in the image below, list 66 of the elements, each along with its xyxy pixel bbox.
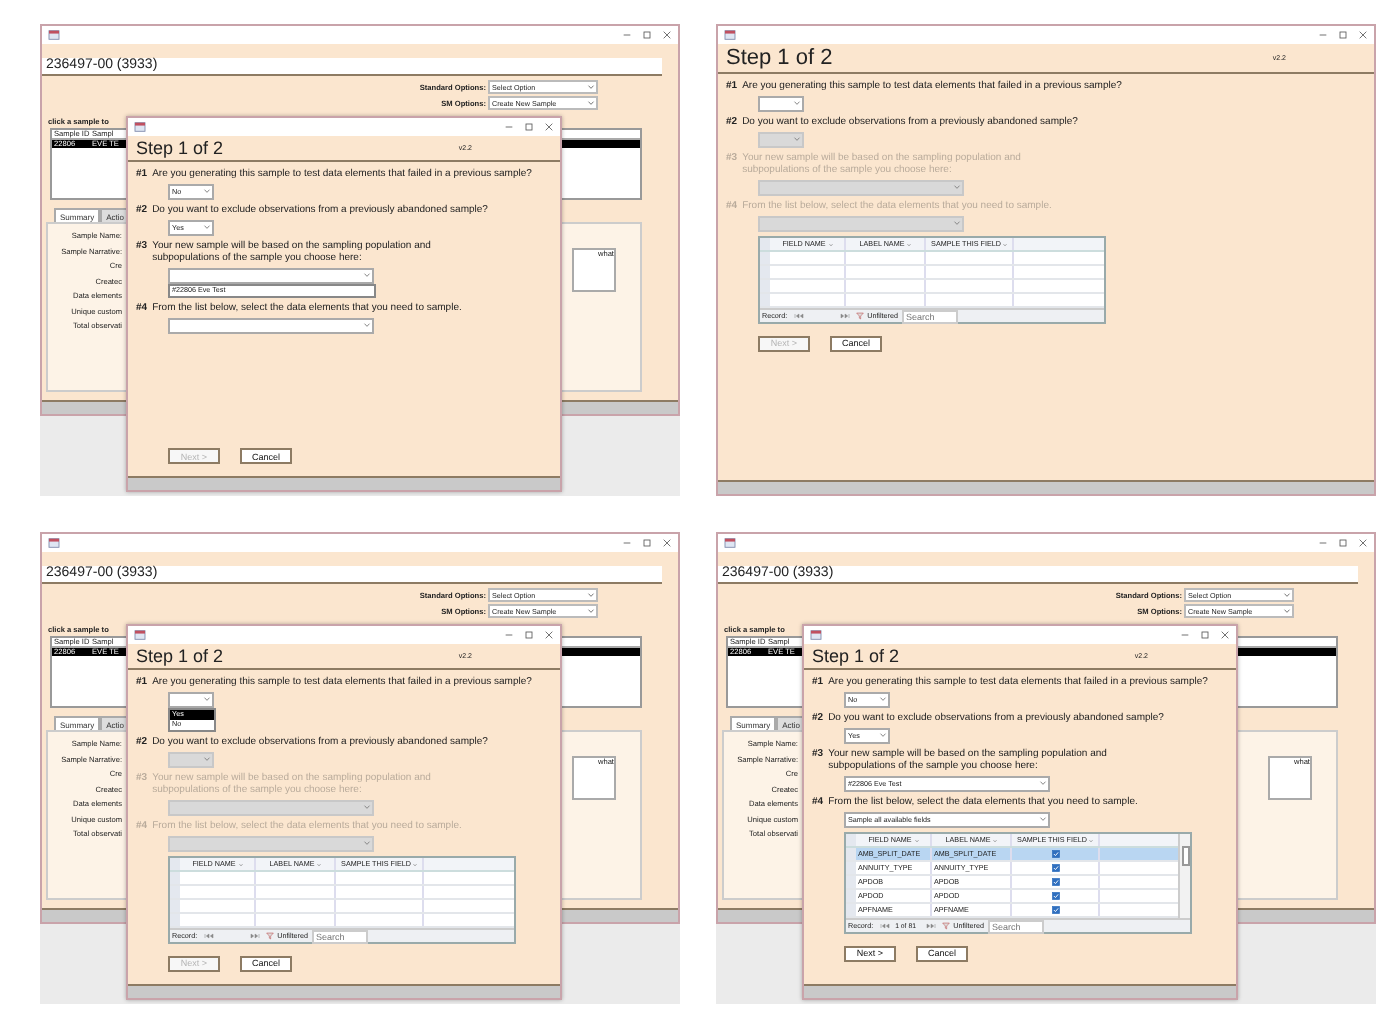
- minimize-icon[interactable]: [1318, 538, 1328, 548]
- checkbox[interactable]: [1052, 906, 1060, 914]
- app-icon: [810, 630, 822, 640]
- dropdown[interactable]: [168, 691, 214, 707]
- app-icon: [134, 122, 146, 132]
- minimize-icon[interactable]: [504, 122, 514, 132]
- filter-icon[interactable]: [265, 932, 274, 940]
- close-icon[interactable]: [544, 630, 554, 640]
- minimize-icon[interactable]: [622, 538, 632, 548]
- dropdown[interactable]: [168, 317, 374, 333]
- chevron-icon: [362, 320, 372, 330]
- close-icon[interactable]: [1220, 630, 1230, 640]
- maximize-icon[interactable]: [1338, 538, 1348, 548]
- checkbox[interactable]: [1052, 892, 1060, 900]
- dialog-heading: Step 1 of 2: [136, 138, 224, 158]
- maximize-icon[interactable]: [642, 538, 652, 548]
- chevron-icon: [202, 222, 212, 232]
- chevron-icon: [362, 838, 372, 848]
- minimize-icon[interactable]: [1318, 30, 1328, 40]
- checkbox[interactable]: [1052, 878, 1060, 886]
- chevron-icon: [878, 694, 888, 704]
- maximize-icon[interactable]: [642, 30, 652, 40]
- maximize-icon[interactable]: [1200, 630, 1210, 640]
- chevron-icon: [1038, 778, 1048, 788]
- dropdown[interactable]: [758, 95, 804, 111]
- chevron-icon: [362, 270, 372, 280]
- chevron-icon: [1038, 814, 1048, 824]
- chevron-icon: [952, 218, 962, 228]
- next-last-icon[interactable]: [247, 932, 262, 940]
- close-icon[interactable]: [662, 30, 672, 40]
- next-last-icon[interactable]: [923, 922, 938, 930]
- chevron-icon: [202, 754, 212, 764]
- app-icon: [48, 538, 60, 548]
- chevron-icon: [362, 802, 372, 812]
- close-icon[interactable]: [1358, 30, 1368, 40]
- minimize-icon[interactable]: [1180, 630, 1190, 640]
- chevron-icon: [792, 98, 802, 108]
- maximize-icon[interactable]: [524, 630, 534, 640]
- app-icon: [724, 538, 736, 548]
- checkbox[interactable]: [1052, 850, 1060, 858]
- maximize-icon[interactable]: [524, 122, 534, 132]
- filter-icon[interactable]: [855, 312, 864, 320]
- chevron-icon: [792, 134, 802, 144]
- scrollbar[interactable]: [1178, 834, 1190, 918]
- close-icon[interactable]: [1358, 538, 1368, 548]
- next-last-icon[interactable]: [837, 312, 852, 320]
- dialog-heading: Step 1 of 2: [136, 646, 224, 666]
- app-icon: [134, 630, 146, 640]
- minimize-icon[interactable]: [622, 30, 632, 40]
- dropdown[interactable]: [168, 267, 374, 283]
- app-icon: [724, 30, 736, 40]
- chevron-icon: [878, 730, 888, 740]
- dialog-heading: Step 1 of 2: [726, 46, 833, 70]
- chevron-icon: [952, 182, 962, 192]
- close-icon[interactable]: [544, 122, 554, 132]
- first-previous-icon[interactable]: [791, 312, 806, 320]
- checkbox[interactable]: [1052, 864, 1060, 872]
- first-previous-icon[interactable]: [877, 922, 892, 930]
- chevron-icon: [202, 694, 212, 704]
- close-icon[interactable]: [662, 538, 672, 548]
- first-previous-icon[interactable]: [201, 932, 216, 940]
- chevron-icon: [202, 186, 212, 196]
- minimize-icon[interactable]: [504, 630, 514, 640]
- app-icon: [48, 30, 60, 40]
- dialog-heading: Step 1 of 2: [812, 646, 900, 666]
- maximize-icon[interactable]: [1338, 30, 1348, 40]
